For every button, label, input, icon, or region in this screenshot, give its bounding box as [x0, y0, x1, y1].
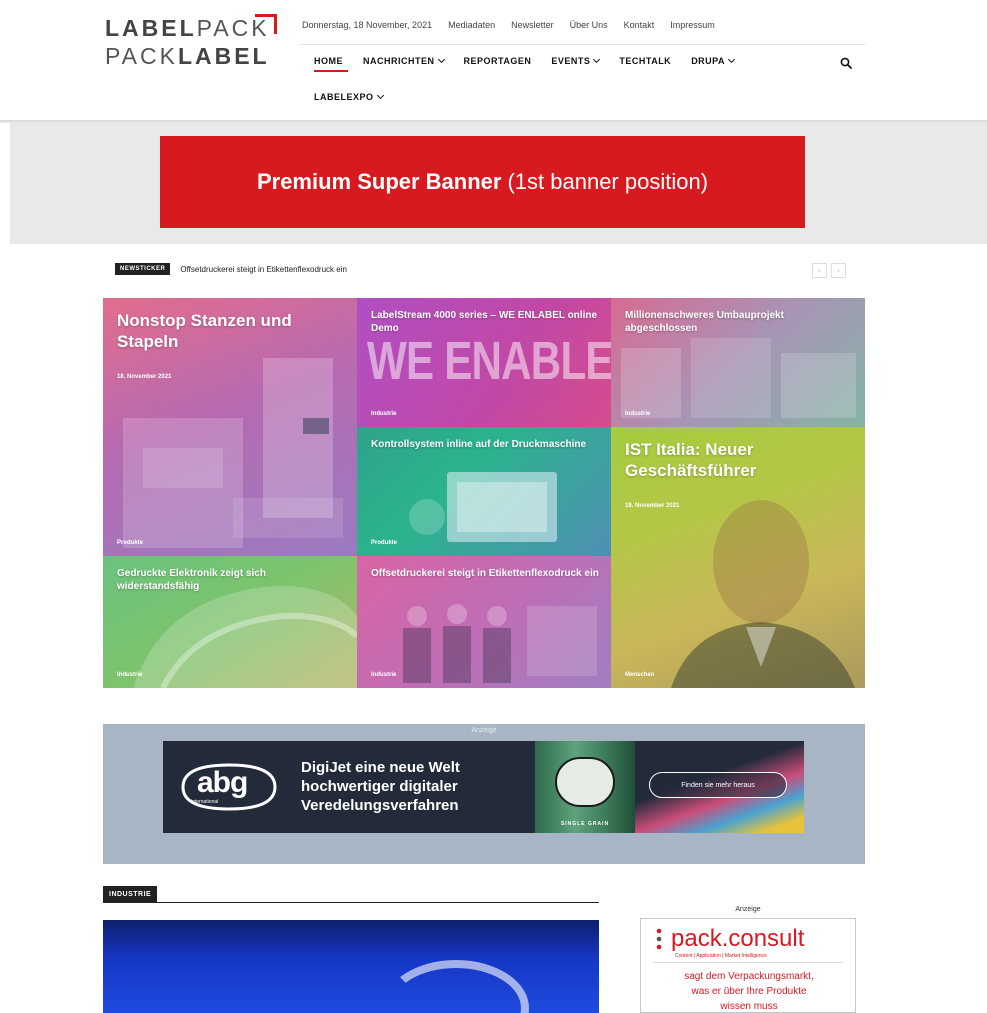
abg-cta-button[interactable]: Finden sie mehr heraus: [649, 772, 787, 798]
chevron-down-icon: [437, 55, 445, 64]
tile-category: Industrie: [625, 411, 651, 417]
bottle-image: SINGLE GRAIN: [535, 741, 635, 833]
article-tile-umbauprojekt[interactable]: Millionenschweres Umbauprojekt abgeschlo…: [611, 298, 865, 427]
ad-label: Anzeige: [471, 727, 497, 734]
tile-category: Produkte: [371, 540, 398, 546]
article-tile-gedruckte-elektronik[interactable]: Gedruckte Elektronik zeigt sich widersta…: [103, 556, 357, 688]
site-logo[interactable]: LABELPACK PACKLABEL: [105, 14, 280, 84]
section-header-industrie: INDUSTRIE: [103, 883, 599, 903]
tile-category: Industrie: [371, 672, 397, 678]
ticker-prev-button[interactable]: ‹: [812, 263, 827, 278]
topbar-link-newsletter[interactable]: Newsletter: [511, 20, 554, 38]
abg-ad-banner[interactable]: abg international DigiJet eine neue Welt…: [163, 741, 804, 833]
chevron-down-icon: [593, 55, 601, 64]
premium-super-banner[interactable]: Premium Super Banner (1st banner position…: [160, 136, 805, 228]
we-enable-overlay: WE ENABLE: [367, 331, 611, 391]
topbar-link-ueber-uns[interactable]: Über Uns: [570, 20, 608, 38]
nav-item-home[interactable]: HOME: [314, 56, 348, 72]
article-tile-nonstop-stanzen[interactable]: Nonstop Stanzen und Stapeln 18. November…: [103, 298, 357, 556]
current-date: Donnerstag, 18 November, 2021: [302, 20, 433, 30]
side-ad-pack-consult[interactable]: pack.consult Content | Application | Mar…: [640, 918, 856, 1013]
site-header: LABELPACK PACKLABEL Donnerstag, 18 Novem…: [0, 0, 987, 120]
top-bar: Donnerstag, 18 November, 2021 Mediadaten…: [302, 20, 715, 38]
tile-category: Industrie: [117, 672, 143, 678]
tile-title: Nonstop Stanzen und Stapeln: [117, 311, 292, 352]
topbar-divider: [300, 44, 865, 45]
industrie-feature-image[interactable]: [103, 920, 599, 1013]
logo-corner-mark: [255, 14, 277, 34]
article-tile-labelstream[interactable]: WE ENABLE LabelStream 4000 series – WE E…: [357, 298, 611, 427]
tile-title: IST Italia: Neuer Geschäftsführer: [625, 440, 757, 481]
tile-category: Industrie: [371, 411, 397, 417]
tile-title: Gedruckte Elektronik zeigt sich widersta…: [117, 568, 266, 592]
ticker-next-button[interactable]: ›: [831, 263, 846, 278]
article-tile-offsetdruckerei[interactable]: Offsetdruckerei steigt in Etikettenflexo…: [357, 556, 611, 688]
abg-logo: abg international: [179, 761, 279, 813]
nav-item-reportagen[interactable]: REPORTAGEN: [464, 56, 532, 72]
nav-item-drupa[interactable]: DRUPA: [691, 55, 736, 72]
tile-category: Produkte: [117, 540, 144, 546]
article-tile-kontrollsystem[interactable]: Kontrollsystem inline auf der Druckmasch…: [357, 427, 611, 556]
newsticker-badge: NEWSTICKER: [115, 263, 171, 275]
tile-title: LabelStream 4000 series – WE ENLABEL onl…: [371, 310, 598, 334]
abg-headline: DigiJet eine neue Welt hochwertiger digi…: [301, 759, 460, 814]
nav-item-techtalk[interactable]: TECHTALK: [619, 56, 671, 72]
search-icon[interactable]: [840, 57, 852, 69]
chevron-down-icon: [376, 91, 384, 100]
nav-item-labelexpo[interactable]: LABELEXPO: [314, 91, 874, 108]
tile-title: Offsetdruckerei steigt in Etikettenflexo…: [371, 568, 599, 579]
pack-consult-logo: pack.consult: [671, 925, 805, 952]
pack-consult-copy: sagt dem Verpackungsmarkt, was er über I…: [684, 971, 814, 1012]
article-tile-ist-italia[interactable]: IST Italia: Neuer Geschäftsführer 18. No…: [611, 427, 865, 688]
pack-consult-dots-icon: [656, 928, 662, 950]
topbar-link-impressum[interactable]: Impressum: [670, 20, 715, 38]
tile-title: Kontrollsystem inline auf der Druckmasch…: [371, 439, 587, 450]
tile-date: 18. November 2021: [625, 503, 680, 509]
topbar-link-kontakt[interactable]: Kontakt: [624, 20, 655, 38]
nav-item-nachrichten[interactable]: NACHRICHTEN: [363, 55, 445, 72]
ad-block-abg: Anzeige abg international DigiJet eine n…: [103, 724, 865, 864]
side-ad-label: Anzeige: [735, 906, 761, 913]
nav-item-events[interactable]: EVENTS: [551, 55, 601, 72]
tile-category: Menschen: [625, 672, 655, 678]
main-nav: HOME NACHRICHTEN REPORTAGEN EVENTS TECHT…: [314, 55, 874, 108]
newsticker-headline[interactable]: Offsetdruckerei steigt in Etikettenflexo…: [180, 265, 347, 274]
chevron-down-icon: [727, 55, 736, 64]
tile-date: 18. November 2021: [117, 374, 172, 380]
newsticker: NEWSTICKER Offsetdruckerei steigt in Eti…: [115, 263, 347, 275]
section-badge[interactable]: INDUSTRIE: [103, 886, 158, 903]
pack-consult-tagline: Content | Application | Market Intellige…: [675, 953, 767, 959]
topbar-link-mediadaten[interactable]: Mediadaten: [448, 20, 495, 38]
tile-title: Millionenschweres Umbauprojekt abgeschlo…: [625, 310, 784, 334]
